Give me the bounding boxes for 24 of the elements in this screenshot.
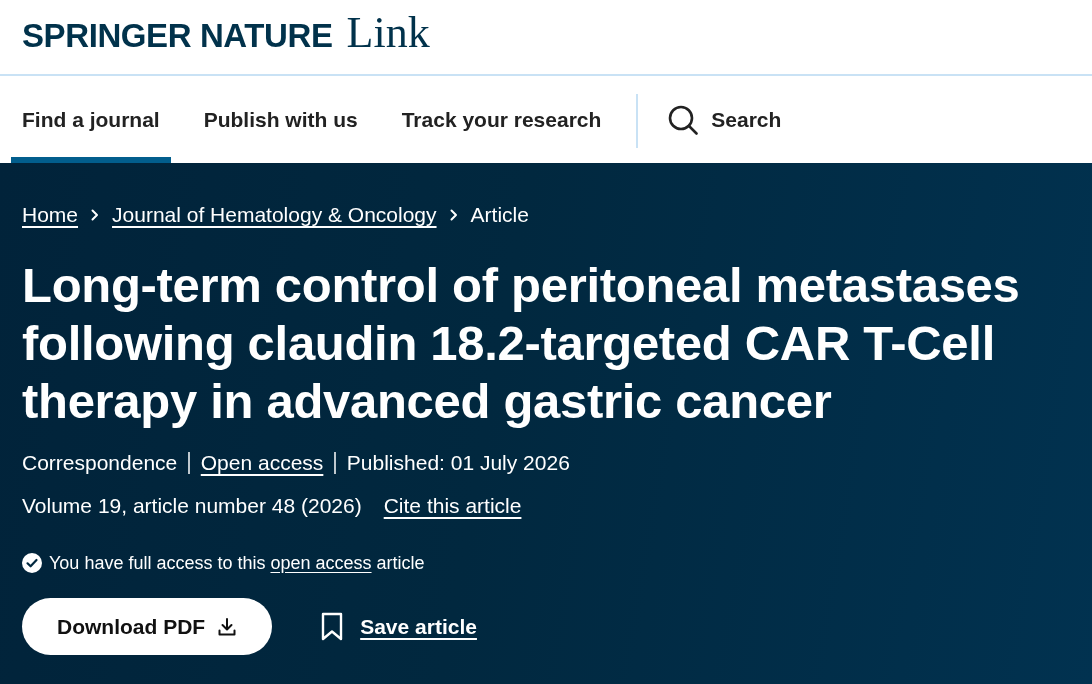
citation-text: Volume 19, article number 48 (2026) — [22, 494, 362, 518]
nav-tab[interactable]: Find a journal — [11, 76, 171, 163]
chevron-icon — [449, 209, 458, 221]
article-title: Long-term control of peritoneal metastases following claudin 18.2-targeted CAR T-Cell therapy in advanced gastric cancer — [22, 257, 1021, 430]
chevron-icon — [91, 209, 100, 221]
breadcrumb-current: Article — [470, 203, 529, 227]
breadcrumb-link[interactable]: Journal of Hematology & Oncology — [112, 203, 437, 227]
open-access-link[interactable]: open access — [270, 553, 372, 573]
nav-tab[interactable]: Publish with us — [192, 76, 369, 163]
download-pdf-button[interactable]: Download PDF — [22, 598, 273, 655]
download-icon — [217, 616, 238, 637]
logo-link[interactable]: SPRINGER NATURE Link — [22, 6, 430, 58]
cite-link[interactable]: Cite this article — [383, 494, 522, 518]
search-icon — [668, 104, 699, 135]
breadcrumb-link[interactable]: Home — [22, 203, 79, 227]
meta-text: Published: 01 July 2026 — [346, 451, 570, 475]
search-button[interactable]: Search — [668, 104, 782, 135]
access-notice: You have full access to this open access article — [49, 552, 425, 575]
nav-tab[interactable]: Track your research — [390, 76, 613, 163]
bookmark-icon — [321, 612, 344, 641]
open-access-link[interactable]: Open access — [200, 451, 324, 475]
meta-text: Correspondence — [22, 451, 178, 475]
check-circle-icon — [22, 553, 42, 573]
save-article-link[interactable]: Save article — [321, 612, 477, 641]
